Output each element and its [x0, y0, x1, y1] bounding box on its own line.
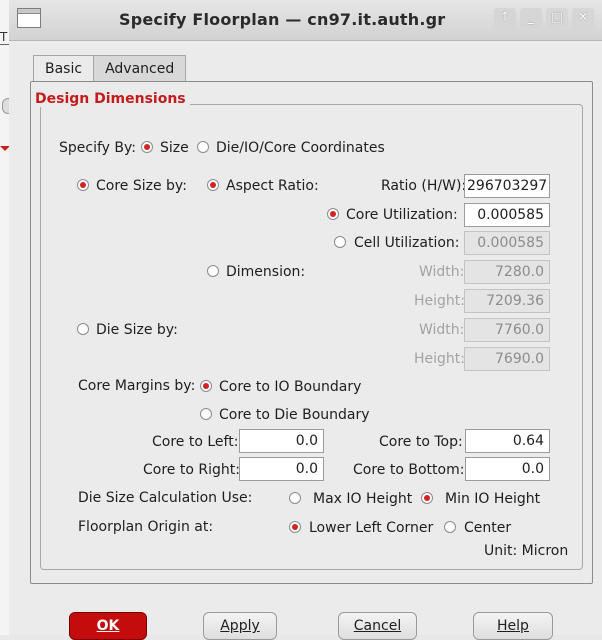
ok-button[interactable]: OK: [69, 612, 147, 640]
core-utilization-label[interactable]: Core Utilization:: [346, 207, 458, 223]
specify-by-size-radio[interactable]: [141, 141, 153, 153]
cell-utilization-radio[interactable]: [334, 236, 346, 248]
window-menu-icon[interactable]: [17, 8, 41, 28]
tab-basic[interactable]: Basic: [33, 55, 95, 82]
tab-advanced[interactable]: Advanced: [93, 55, 187, 82]
core-to-right-input[interactable]: 0.0: [239, 457, 324, 481]
center-radio[interactable]: [444, 521, 456, 533]
close-icon[interactable]: ✕: [572, 8, 594, 28]
die-width-label: Width:: [419, 322, 465, 338]
dimension-radio[interactable]: [207, 265, 219, 277]
core-size-by-label[interactable]: Core Size by:: [96, 178, 187, 194]
specify-by-coords-label[interactable]: Die/IO/Core Coordinates: [216, 140, 385, 156]
min-io-height-label[interactable]: Min IO Height: [445, 491, 540, 507]
window-title: Specify Floorplan — cn97.it.auth.gr: [119, 10, 446, 29]
specify-by-size-label[interactable]: Size: [160, 140, 189, 156]
tab-bar: Basic Advanced: [33, 55, 187, 82]
core-to-die-label[interactable]: Core to Die Boundary: [219, 407, 370, 423]
window-controls: ↑ _ □ ✕: [494, 8, 594, 28]
core-size-by-radio[interactable]: [77, 179, 89, 191]
die-size-by-radio[interactable]: [77, 323, 89, 335]
help-button[interactable]: Help: [473, 612, 553, 640]
die-height-input: 7690.0: [464, 347, 550, 371]
background-underline: [0, 44, 9, 45]
max-io-height-radio[interactable]: [289, 492, 301, 504]
lower-left-corner-label[interactable]: Lower Left Corner: [309, 520, 433, 536]
core-margins-by-label: Core Margins by:: [78, 378, 196, 394]
specify-by-coords-radio[interactable]: [197, 141, 209, 153]
core-to-die-radio[interactable]: [200, 408, 212, 420]
dimension-label[interactable]: Dimension:: [226, 264, 305, 280]
floorplan-origin-label: Floorplan Origin at:: [78, 519, 214, 535]
minimize-icon[interactable]: _: [520, 8, 542, 28]
core-to-io-label[interactable]: Core to IO Boundary: [219, 379, 361, 395]
core-to-right-label: Core to Right:: [143, 462, 240, 478]
specify-floorplan-dialog: Specify Floorplan — cn97.it.auth.gr ↑ _ …: [9, 0, 602, 640]
maximize-icon[interactable]: □: [546, 8, 568, 28]
die-height-label: Height:: [414, 351, 465, 367]
ratio-hw-input[interactable]: 296703297: [464, 174, 550, 198]
keep-above-icon[interactable]: ↑: [494, 8, 516, 28]
die-size-by-label[interactable]: Die Size by:: [96, 322, 178, 338]
center-label[interactable]: Center: [464, 520, 511, 536]
aspect-ratio-label[interactable]: Aspect Ratio:: [226, 178, 319, 194]
die-size-calc-label: Die Size Calculation Use:: [78, 490, 253, 506]
core-width-input: 7280.0: [464, 260, 550, 284]
max-io-height-label[interactable]: Max IO Height: [313, 491, 412, 507]
design-dimensions-title: Design Dimensions: [31, 91, 190, 107]
cell-utilization-label[interactable]: Cell Utilization:: [354, 235, 460, 251]
core-to-bottom-label: Core to Bottom:: [353, 462, 465, 478]
core-to-bottom-input[interactable]: 0.0: [465, 457, 550, 481]
core-to-top-input[interactable]: 0.64: [465, 429, 550, 453]
background-text-fragment: T: [0, 30, 8, 44]
die-width-input: 7760.0: [464, 318, 550, 342]
lower-left-corner-radio[interactable]: [289, 521, 301, 533]
ratio-hw-label: Ratio (H/W):: [381, 178, 467, 194]
aspect-ratio-radio[interactable]: [207, 179, 219, 191]
title-bar[interactable]: Specify Floorplan — cn97.it.auth.gr ↑ _ …: [9, 0, 602, 41]
core-to-io-radio[interactable]: [200, 380, 212, 392]
core-width-label: Width:: [419, 264, 465, 280]
core-to-left-label: Core to Left:: [152, 434, 239, 450]
cell-utilization-input: 0.000585: [464, 231, 550, 255]
core-height-label: Height:: [414, 293, 465, 309]
core-height-input: 7209.36: [464, 289, 550, 313]
specify-by-label: Specify By:: [59, 140, 136, 156]
cancel-button[interactable]: Cancel: [338, 612, 417, 640]
core-to-left-input[interactable]: 0.0: [239, 429, 324, 453]
core-utilization-radio[interactable]: [327, 208, 339, 220]
unit-label: Unit: Micron: [484, 543, 569, 559]
apply-button[interactable]: Apply: [203, 612, 277, 640]
core-to-top-label: Core to Top:: [379, 434, 463, 450]
core-utilization-input[interactable]: 0.000585: [464, 203, 550, 227]
min-io-height-radio[interactable]: [421, 492, 433, 504]
